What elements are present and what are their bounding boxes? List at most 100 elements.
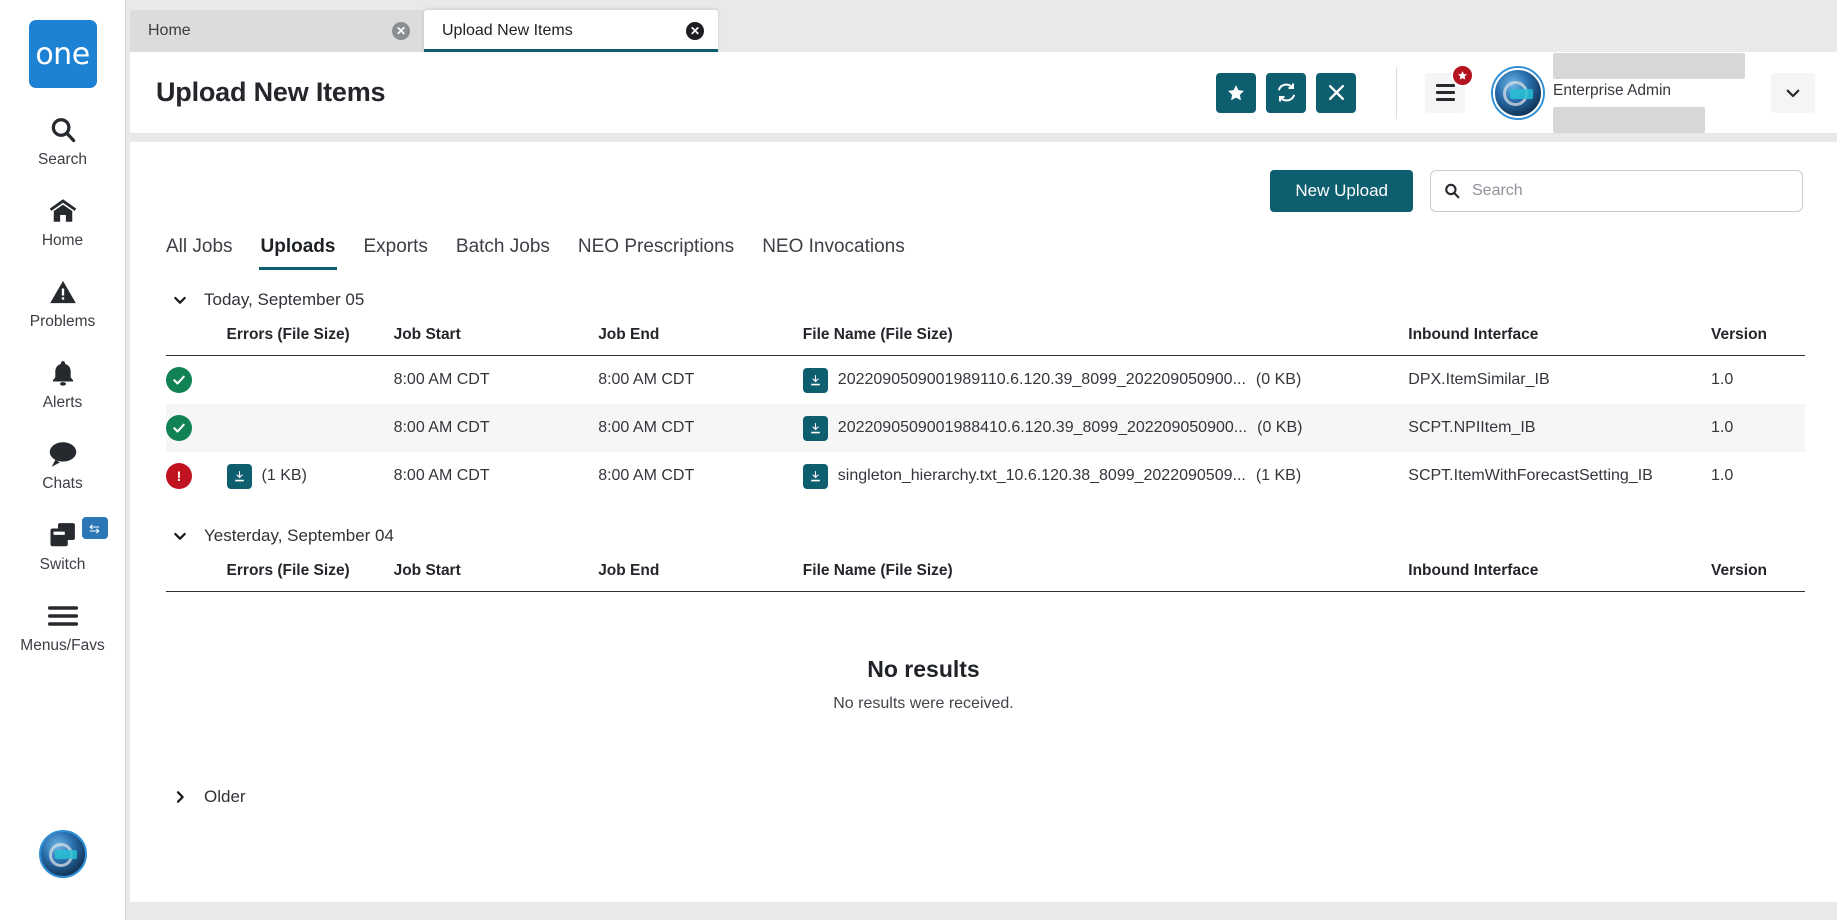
tab-exports[interactable]: Exports [349, 228, 441, 270]
header-menu-button[interactable] [1425, 73, 1465, 113]
close-circle-icon[interactable]: ✕ [686, 22, 704, 40]
star-icon [1451, 64, 1474, 87]
browser-tab-strip: Home ✕ Upload New Items ✕ [126, 0, 1837, 52]
avatar [1493, 68, 1543, 118]
errors-cell: (1 KB) [227, 452, 394, 500]
inbound-interface-cell: DPX.ItemSimilar_IB [1408, 356, 1711, 405]
new-upload-button[interactable]: New Upload [1270, 170, 1413, 212]
search-input[interactable] [1472, 182, 1790, 200]
left-sidebar: one Search Home [0, 0, 126, 920]
sidebar-item-menus-favs[interactable]: Menus/Favs [0, 596, 126, 655]
group-title: Older [204, 787, 246, 807]
download-icon[interactable] [803, 416, 828, 441]
col-version-header: Version [1711, 556, 1805, 592]
refresh-icon [1276, 82, 1297, 103]
search-icon [1443, 182, 1461, 200]
empty-state-subtitle: No results were received. [130, 695, 1837, 713]
uploads-table-today: Errors (File Size) Job Start Job End Fil… [166, 320, 1805, 500]
file-size-value: (1 KB) [1256, 467, 1301, 485]
download-icon[interactable] [803, 464, 828, 489]
inbound-interface-cell: SCPT.ItemWithForecastSetting_IB [1408, 452, 1711, 500]
group-title: Yesterday, September 04 [204, 526, 394, 546]
version-cell: 1.0 [1711, 356, 1805, 405]
sidebar-item-label: Switch [40, 556, 86, 574]
error-circle-icon: ! [166, 463, 192, 489]
col-file-name-header: File Name (File Size) [803, 556, 1408, 592]
chat-bubble-icon [47, 434, 79, 474]
col-job-end-header: Job End [598, 556, 803, 592]
file-name-value[interactable]: 2022090509001988410.6.120.39_8099_202209… [838, 419, 1247, 437]
sidebar-item-problems[interactable]: Problems [0, 272, 126, 331]
chevron-right-icon [172, 789, 186, 805]
group-header-yesterday[interactable]: Yesterday, September 04 [130, 500, 1837, 546]
tab-uploads[interactable]: Uploads [247, 228, 350, 270]
tab-all-jobs[interactable]: All Jobs [166, 228, 247, 270]
favorite-button[interactable] [1216, 73, 1256, 113]
brand-logo[interactable]: one [29, 20, 97, 88]
download-icon[interactable] [227, 464, 252, 489]
user-role-label: Enterprise Admin [1553, 79, 1745, 103]
status-cell: ! [166, 452, 227, 500]
sidebar-item-switch[interactable]: ⇆ Switch [0, 515, 126, 574]
chevron-down-icon [1784, 84, 1802, 102]
file-name-value[interactable]: singleton_hierarchy.txt_10.6.120.38_8099… [838, 467, 1246, 485]
user-menu-chevron-button[interactable] [1771, 73, 1815, 113]
download-icon[interactable] [803, 368, 828, 393]
col-file-name-header: File Name (File Size) [803, 320, 1408, 356]
header-divider [1396, 67, 1397, 119]
star-icon [1226, 83, 1246, 103]
tab-batch-jobs[interactable]: Batch Jobs [442, 228, 564, 270]
file-name-cell: 2022090509001988410.6.120.39_8099_202209… [803, 404, 1408, 452]
main-region: Home ✕ Upload New Items ✕ Upload New Ite… [126, 0, 1837, 920]
sidebar-item-label: Chats [42, 475, 83, 493]
sidebar-item-alerts[interactable]: Alerts [0, 353, 126, 412]
col-errors-header: Errors (File Size) [227, 320, 394, 356]
tab-neo-invocations[interactable]: NEO Invocations [748, 228, 919, 270]
user-menu[interactable]: Enterprise Admin [1493, 53, 1837, 133]
user-info: Enterprise Admin [1553, 53, 1745, 133]
bell-icon [49, 353, 77, 393]
inbound-interface-cell: SCPT.NPIItem_IB [1408, 404, 1711, 452]
sidebar-item-search[interactable]: Search [0, 110, 126, 169]
table-row[interactable]: 8:00 AM CDT 8:00 AM CDT 2022090509001989… [166, 356, 1805, 405]
errors-cell [227, 404, 394, 452]
browser-tab-label: Upload New Items [442, 22, 573, 40]
search-box[interactable] [1430, 170, 1803, 212]
errors-cell [227, 356, 394, 405]
close-circle-icon[interactable]: ✕ [392, 22, 410, 40]
sidebar-item-home[interactable]: Home [0, 191, 126, 250]
col-status-header [166, 320, 227, 356]
empty-state-title: No results [130, 656, 1837, 683]
status-cell [166, 404, 227, 452]
group-header-today[interactable]: Today, September 05 [130, 270, 1837, 310]
home-icon [47, 191, 79, 231]
job-start-cell: 8:00 AM CDT [394, 404, 599, 452]
job-end-cell: 8:00 AM CDT [598, 356, 803, 405]
file-name-value[interactable]: 2022090509001989110.6.120.39_8099_202209… [838, 371, 1246, 389]
group-header-older[interactable]: Older [130, 767, 1837, 807]
switch-windows-icon [48, 515, 78, 555]
version-cell: 1.0 [1711, 452, 1805, 500]
refresh-button[interactable] [1266, 73, 1306, 113]
close-button[interactable] [1316, 73, 1356, 113]
col-job-start-header: Job Start [394, 320, 599, 356]
sidebar-item-label: Problems [30, 313, 95, 331]
redacted-field-top [1553, 53, 1745, 79]
version-cell: 1.0 [1711, 404, 1805, 452]
group-title: Today, September 05 [204, 290, 364, 310]
col-version-header: Version [1711, 320, 1805, 356]
col-status-header [166, 556, 227, 592]
sidebar-item-chats[interactable]: Chats [0, 434, 126, 493]
swap-arrows-icon[interactable]: ⇆ [82, 517, 108, 539]
file-size-value: (0 KB) [1257, 419, 1302, 437]
tab-neo-prescriptions[interactable]: NEO Prescriptions [564, 228, 748, 270]
chevron-down-icon [172, 528, 186, 544]
table-row[interactable]: ! (1 KB) 8:00 AM CDT 8:00 AM CDT [166, 452, 1805, 500]
table-row[interactable]: 8:00 AM CDT 8:00 AM CDT 2022090509001988… [166, 404, 1805, 452]
browser-tab-upload-new-items[interactable]: Upload New Items ✕ [424, 10, 718, 52]
job-end-cell: 8:00 AM CDT [598, 404, 803, 452]
browser-tab-home[interactable]: Home ✕ [130, 10, 424, 52]
col-inbound-interface-header: Inbound Interface [1408, 320, 1711, 356]
job-end-cell: 8:00 AM CDT [598, 452, 803, 500]
sidebar-avatar[interactable] [39, 830, 87, 878]
